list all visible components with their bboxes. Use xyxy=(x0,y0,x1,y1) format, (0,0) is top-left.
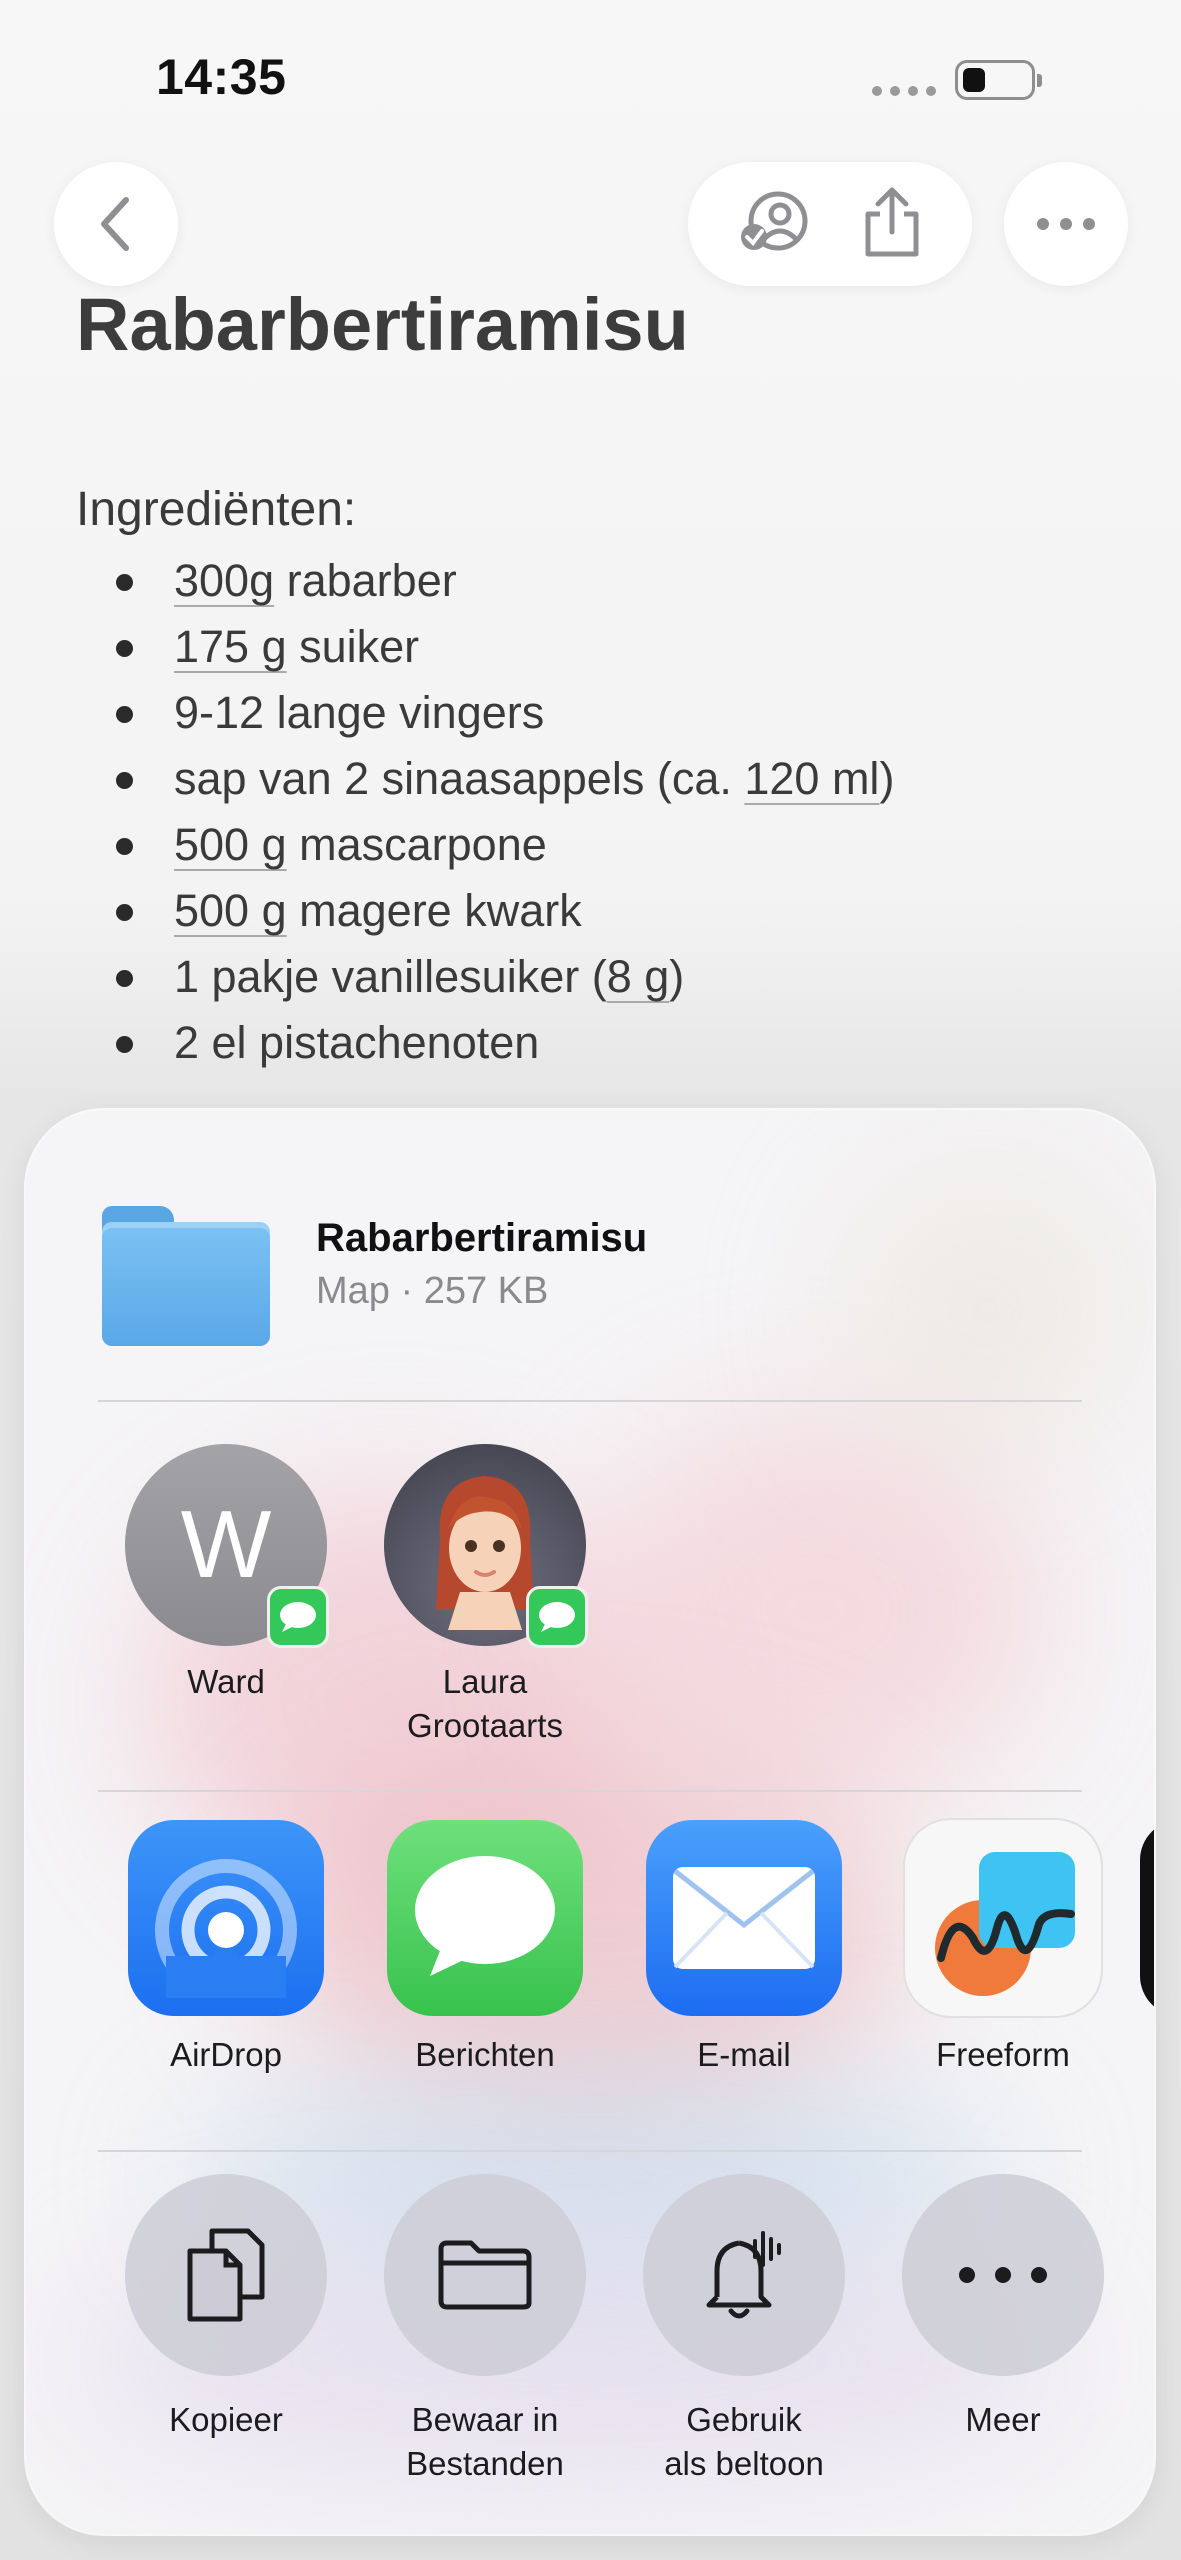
status-bar: 14:35 xyxy=(0,0,1181,150)
list-item: 175 g suiker xyxy=(110,614,894,680)
ingredient-text: magere kwark xyxy=(286,885,582,936)
toolbar-pill xyxy=(688,162,972,286)
ingredient-text: sap van 2 sinaasappels (ca. xyxy=(174,753,745,804)
person-checkmark-icon xyxy=(741,191,808,250)
avatar-initial: W xyxy=(180,1491,272,1598)
ingredient-amount[interactable]: 120 ml xyxy=(744,753,879,804)
list-item: sap van 2 sinaasappels (ca. 120 ml) xyxy=(110,746,894,812)
ingredient-amount[interactable]: 8 g xyxy=(607,951,670,1002)
app-label: E-mail xyxy=(697,2036,791,2073)
shared-item-name: Rabarbertiramisu xyxy=(316,1216,648,1260)
chevron-left-icon xyxy=(101,197,129,251)
action-label: Kopieer xyxy=(169,2401,283,2438)
action-label: Bewaar in Bestanden xyxy=(406,2401,564,2482)
more-options-button[interactable] xyxy=(1004,162,1128,286)
app-label: AirDrop xyxy=(170,2036,282,2073)
list-item: 500 g magere kwark xyxy=(110,878,894,944)
status-time: 14:35 xyxy=(156,49,287,105)
messages-icon xyxy=(387,1820,583,2016)
action-more[interactable]: Meer xyxy=(893,2174,1113,2442)
mail-icon xyxy=(646,1820,842,2016)
battery-icon xyxy=(955,60,1042,100)
ingredients-list[interactable]: 300g rabarber 175 g suiker 9-12 lange vi… xyxy=(110,548,894,1076)
action-circle xyxy=(902,2174,1104,2376)
share-actions-row: Kopieer Bewaar in Bestanden Gebruik als … xyxy=(26,2150,1154,2534)
action-copy[interactable]: Kopieer xyxy=(116,2174,336,2442)
list-item: 2 el pistachenoten xyxy=(110,1010,894,1076)
list-item: 300g rabarber xyxy=(110,548,894,614)
contact-name: Ward xyxy=(187,1663,265,1700)
app-berichten[interactable]: Berichten xyxy=(375,1820,595,2074)
list-item: 500 g mascarpone xyxy=(110,812,894,878)
back-button[interactable] xyxy=(54,162,178,286)
avatar: W xyxy=(125,1444,329,1648)
divider xyxy=(98,1400,1082,1402)
action-label: Meer xyxy=(965,2401,1041,2438)
ingredient-amount[interactable]: 300g xyxy=(174,555,274,606)
bell-waveform-icon xyxy=(706,2231,781,2319)
share-apps-row: AirDrop Berichten E-mail Freeform xyxy=(26,1790,1154,2110)
messages-badge-icon xyxy=(526,1586,588,1648)
app-partial-icon[interactable] xyxy=(1140,1820,1154,2016)
action-circle xyxy=(125,2174,327,2376)
copy-documents-icon xyxy=(187,2228,265,2322)
ingredient-amount[interactable]: 500 g xyxy=(174,819,287,870)
note-title[interactable]: Rabarbertiramisu xyxy=(76,282,689,367)
ingredient-text: suiker xyxy=(286,621,420,672)
list-item: 1 pakje vanillesuiker (8 g) xyxy=(110,944,894,1010)
contact-ward[interactable]: W Ward xyxy=(116,1444,336,1704)
action-circle xyxy=(384,2174,586,2376)
share-sheet[interactable]: Rabarbertiramisu Map · 257 KB W Ward Lau… xyxy=(26,1110,1154,2534)
airdrop-icon xyxy=(128,1820,324,2016)
cellular-signal-icon xyxy=(872,86,936,96)
share-icon xyxy=(865,187,919,256)
app-email[interactable]: E-mail xyxy=(634,1820,854,2074)
app-freeform[interactable]: Freeform xyxy=(893,1820,1113,2074)
shared-item-header: Rabarbertiramisu Map · 257 KB xyxy=(26,1110,1154,1400)
avatar xyxy=(384,1444,588,1648)
folder-outline-icon xyxy=(438,2240,532,2310)
ingredient-text: ) xyxy=(669,951,685,1002)
ingredient-text: 2 el pistachenoten xyxy=(174,1017,540,1068)
folder-icon xyxy=(102,1206,270,1346)
shared-item-meta: Map · 257 KB xyxy=(316,1270,549,1312)
people-suggestions: W Ward Laura Grootaarts xyxy=(26,1410,1154,1750)
ingredients-heading[interactable]: Ingrediënten: xyxy=(76,482,356,537)
contact-name: Laura Grootaarts xyxy=(407,1663,563,1744)
ellipsis-icon xyxy=(959,2267,1047,2283)
action-circle xyxy=(643,2174,845,2376)
ingredient-amount[interactable]: 500 g xyxy=(174,885,287,936)
action-use-as-ringtone[interactable]: Gebruik als beltoon xyxy=(634,2174,854,2486)
ingredient-text: ) xyxy=(879,753,895,804)
list-item: 9-12 lange vingers xyxy=(110,680,894,746)
collaborate-button[interactable] xyxy=(738,189,814,260)
contact-laura-grootaarts[interactable]: Laura Grootaarts xyxy=(375,1444,595,1748)
app-label: Freeform xyxy=(936,2036,1070,2073)
ellipsis-icon xyxy=(1037,218,1095,230)
ingredient-text: rabarber xyxy=(274,555,457,606)
action-save-to-files[interactable]: Bewaar in Bestanden xyxy=(375,2174,595,2486)
ingredient-text: 9-12 lange vingers xyxy=(174,687,545,738)
action-label: Gebruik als beltoon xyxy=(664,2401,824,2482)
app-airdrop[interactable]: AirDrop xyxy=(116,1820,336,2074)
share-button[interactable] xyxy=(862,186,922,263)
ingredient-text: mascarpone xyxy=(286,819,547,870)
ingredient-amount[interactable]: 175 g xyxy=(174,621,287,672)
app-label: Berichten xyxy=(415,2036,555,2073)
ingredient-text: 1 pakje vanillesuiker ( xyxy=(174,951,607,1002)
messages-badge-icon xyxy=(267,1586,329,1648)
freeform-icon xyxy=(905,1820,1101,2016)
